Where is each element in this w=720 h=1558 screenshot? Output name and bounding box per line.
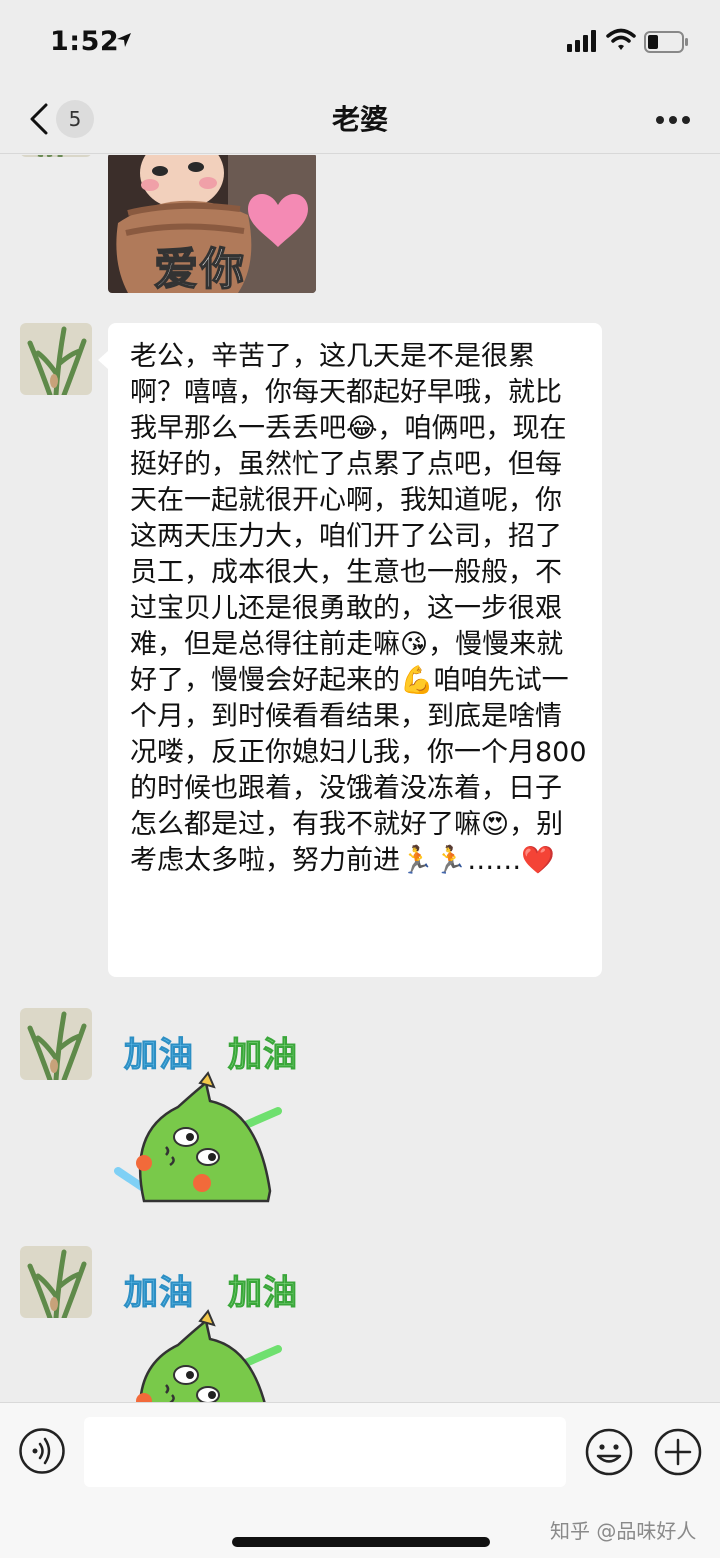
chat-area[interactable]: 爱你 老公，辛苦了，这几天是不是很累啊？嘻嘻，你每天都起好早哦，就比我早那么一丢… xyxy=(0,155,720,1402)
bubble-tail xyxy=(98,351,108,369)
sticker-caption: 加油 xyxy=(124,1035,194,1076)
emoji-icon[interactable] xyxy=(584,1427,634,1477)
contact-avatar[interactable] xyxy=(20,155,92,157)
status-bar: 1:52 xyxy=(0,0,720,84)
more-icon[interactable] xyxy=(648,98,698,140)
dinosaur-icon xyxy=(136,1309,282,1402)
sticker-caption: 加油 xyxy=(228,1273,298,1314)
location-arrow-icon xyxy=(117,33,131,47)
message-bubble[interactable]: 老公，辛苦了，这几天是不是很累啊？嘻嘻，你每天都起好早哦，就比我早那么一丢丢吧😂… xyxy=(98,323,602,977)
contact-avatar[interactable] xyxy=(20,1246,92,1318)
sticker-caption: 加油 xyxy=(124,1273,194,1314)
chat-title: 老婆 xyxy=(331,103,388,136)
message-input[interactable] xyxy=(84,1417,566,1487)
love-sticker[interactable]: 爱你 xyxy=(108,155,316,293)
watermark: 知乎 @品味好人 xyxy=(550,1519,697,1543)
message-text: 老公，辛苦了，这几天是不是很累啊？嘻嘻，你每天都起好早哦，就比我早那么一丢丢吧😂… xyxy=(130,341,587,876)
battery-icon xyxy=(644,31,688,53)
jiayou-sticker[interactable]: 加油 加油 xyxy=(108,1265,328,1402)
input-bar: 知乎 @品味好人 xyxy=(0,1402,720,1558)
wifi-icon xyxy=(606,28,636,50)
nav-bar: 5 老婆 xyxy=(0,84,720,154)
status-time: 1:52 xyxy=(50,26,120,57)
sticker-caption: 加油 xyxy=(228,1035,298,1076)
sticker-caption: 爱你 xyxy=(153,243,246,293)
contact-avatar[interactable] xyxy=(20,323,92,395)
dinosaur-icon xyxy=(114,1071,282,1203)
signal-icon xyxy=(567,30,596,52)
contact-avatar[interactable] xyxy=(20,1008,92,1080)
home-indicator[interactable] xyxy=(232,1537,490,1547)
plus-icon[interactable] xyxy=(653,1427,703,1477)
voice-icon[interactable] xyxy=(18,1427,66,1475)
jiayou-sticker[interactable]: 加油 加油 xyxy=(108,1027,328,1227)
